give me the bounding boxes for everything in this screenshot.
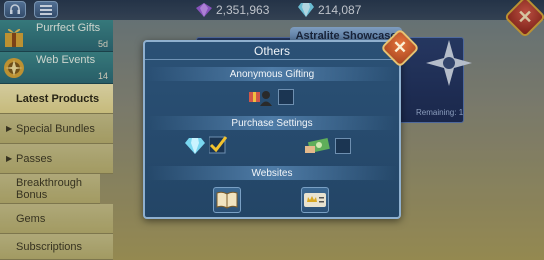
guide-website-button[interactable] [213,187,241,213]
cash-payment-icon [305,138,330,153]
cash-purchase-checkbox[interactable] [335,138,351,154]
section-header-anonymous: Anonymous Gifting [147,67,397,81]
id-card-crown-icon [304,193,326,207]
others-dialog: Others Anonymous Gifting Purchase Settin… [143,40,401,219]
close-icon: ✕ [392,38,408,57]
diamond-icon [185,138,205,154]
vip-website-button[interactable] [301,187,329,213]
anonymous-gifting-checkbox[interactable] [278,89,294,105]
anonymous-gift-icon [249,91,272,106]
book-icon [216,191,238,209]
gem-purchase-checkbox[interactable] [209,136,227,154]
section-header-websites: Websites [147,166,397,180]
section-header-purchase: Purchase Settings [147,116,397,130]
dialog-title: Others [145,42,399,60]
